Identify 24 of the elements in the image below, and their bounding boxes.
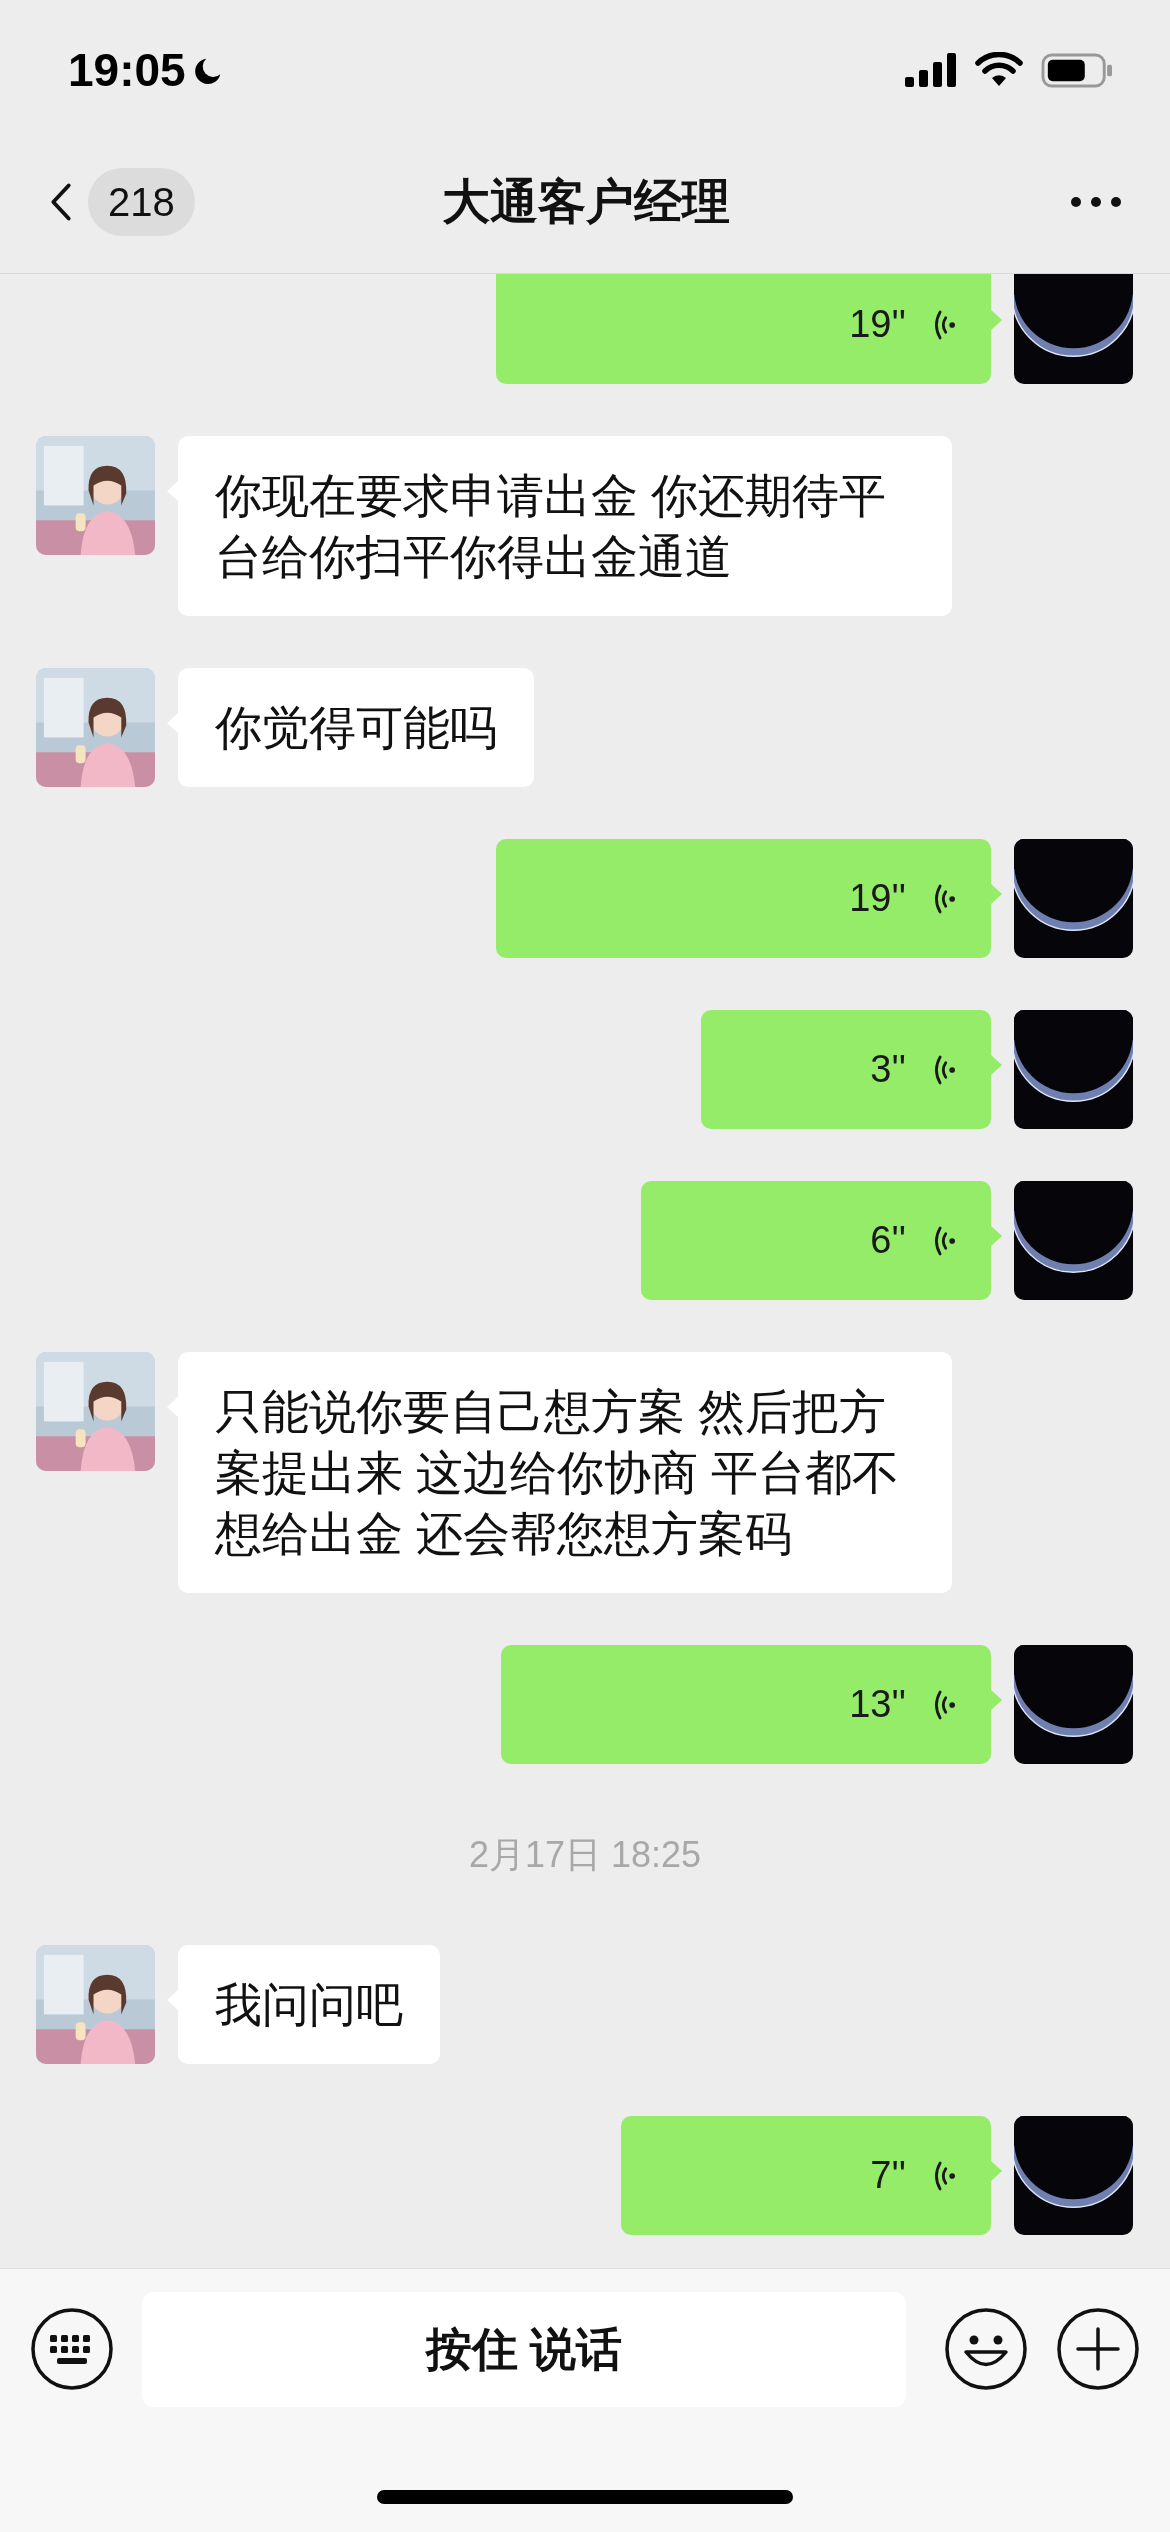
voice-message-bubble[interactable]: 7'' bbox=[621, 2116, 991, 2235]
bubble-tail bbox=[990, 1689, 1002, 1711]
bubble-tail bbox=[990, 309, 1002, 331]
bubble-tail bbox=[990, 2160, 1002, 2182]
voice-message-bubble[interactable]: 13'' bbox=[501, 1645, 991, 1764]
wifi-icon bbox=[975, 52, 1023, 88]
emoji-icon[interactable] bbox=[944, 2307, 1028, 2391]
unread-count-badge: 218 bbox=[88, 167, 195, 236]
chat-title: 大通客户经理 bbox=[442, 173, 730, 230]
voice-message-bubble[interactable]: 3'' bbox=[701, 1010, 991, 1129]
battery-icon bbox=[1041, 52, 1113, 88]
timestamp: 2月17日 18:25 bbox=[468, 1832, 702, 1877]
plus-icon[interactable] bbox=[1056, 2307, 1140, 2391]
voice-message-bubble[interactable]: 19'' bbox=[496, 839, 991, 958]
keyboard-icon[interactable] bbox=[30, 2307, 114, 2391]
more-icon[interactable] bbox=[1070, 195, 1122, 208]
voice-message-bubble[interactable]: 6'' bbox=[641, 1181, 991, 1300]
bubble-tail bbox=[990, 883, 1002, 905]
hold-to-talk-button[interactable]: 按住 说话 bbox=[142, 2291, 906, 2407]
bubble-tail bbox=[990, 1054, 1002, 1076]
bubble-tail bbox=[990, 1225, 1002, 1247]
status-time: 19:05 bbox=[68, 42, 186, 98]
voice-message-bubble[interactable]: 19'' bbox=[496, 274, 991, 384]
signal-icon bbox=[905, 53, 957, 87]
